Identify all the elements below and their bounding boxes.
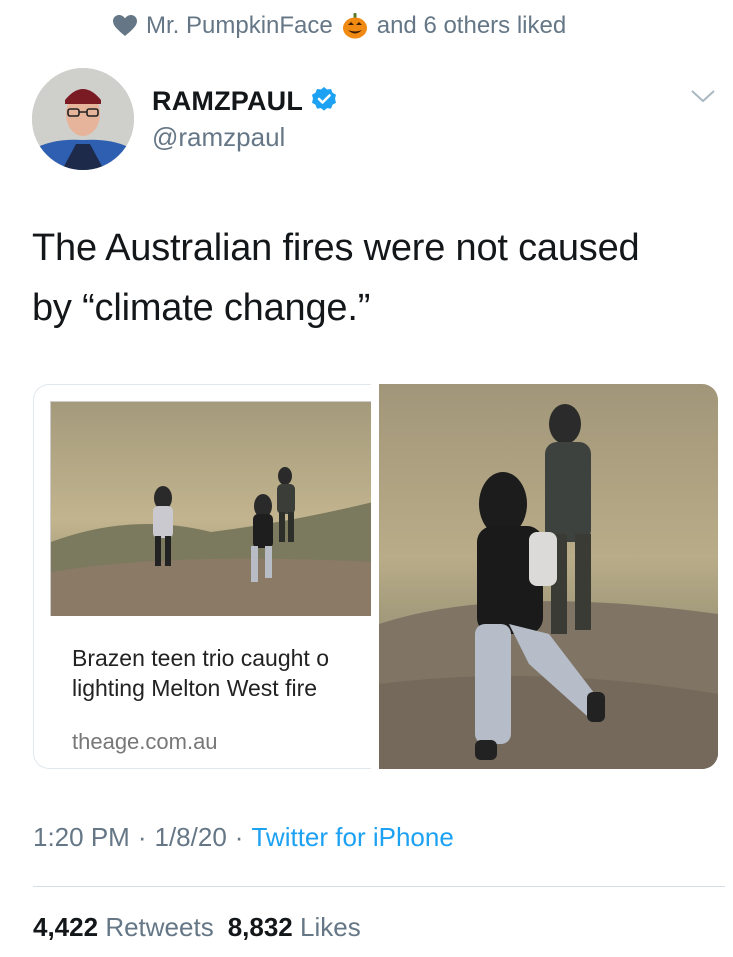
author-block[interactable]: RAMZPAUL @ramzpaul [152, 84, 337, 153]
meta-separator: · [137, 822, 147, 852]
tweet-photo[interactable] [379, 384, 718, 769]
retweets-count: 4,422 [33, 912, 99, 942]
avatar[interactable] [32, 68, 134, 170]
jack-o-lantern-icon [341, 12, 369, 40]
tweet-stats: 4,422 Retweets 8,832 Likes [33, 912, 361, 943]
verified-badge-icon [311, 86, 337, 117]
retweets-stat[interactable]: 4,422 Retweets [33, 912, 214, 943]
tweet-text-line: The Australian fires were not caused [32, 227, 640, 269]
tweet-date[interactable]: 1/8/20 [155, 822, 227, 853]
chevron-down-icon[interactable] [690, 88, 716, 109]
tweet-text-line: by “climate change.” [32, 287, 371, 329]
link-card-title[interactable]: Brazen teen trio caught o lighting Melto… [72, 643, 371, 703]
link-card-image [50, 401, 371, 616]
link-card-title-line: lighting Melton West fire [72, 675, 318, 701]
liker-name[interactable]: Mr. PumpkinFace [146, 12, 333, 40]
link-card[interactable]: Brazen teen trio caught o lighting Melto… [33, 384, 371, 769]
heart-icon [112, 14, 138, 38]
divider [33, 886, 725, 887]
tweet-text: The Australian fires were not caused by … [32, 218, 722, 338]
tweet-meta: 1:20 PM · 1/8/20 · Twitter for iPhone [33, 822, 454, 853]
link-card-domain: theage.com.au [72, 729, 218, 754]
social-context[interactable]: Mr. PumpkinFace and 6 others liked [112, 10, 566, 42]
link-card-title-line: Brazen teen trio caught o [72, 645, 329, 671]
likes-count: 8,832 [227, 912, 293, 942]
meta-separator: · [234, 822, 244, 852]
tweet-source-link[interactable]: Twitter for iPhone [251, 822, 453, 853]
others-liked-text: and 6 others liked [376, 12, 567, 39]
tweet-time[interactable]: 1:20 PM [33, 822, 130, 853]
handle: @ramzpaul [152, 122, 286, 152]
retweets-label: Retweets [105, 912, 214, 942]
likes-label: Likes [300, 912, 361, 942]
likes-stat[interactable]: 8,832 Likes [228, 912, 361, 943]
display-name[interactable]: RAMZPAUL [152, 86, 303, 117]
